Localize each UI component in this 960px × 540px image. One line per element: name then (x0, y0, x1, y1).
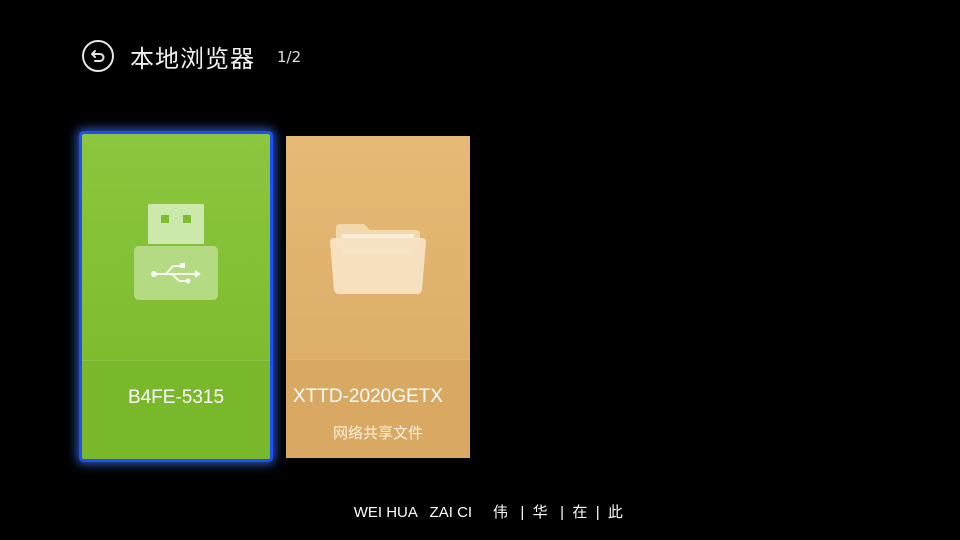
tile-label: XTTD-2020GETX (293, 386, 443, 407)
usb-drive-icon (134, 204, 218, 300)
local-browser-screen: 本地浏览器 1/2 B4FE-5315 XTTD-2020GETX 网络共享文件… (0, 0, 960, 540)
header: 本地浏览器 1/2 (82, 38, 301, 74)
tile-label: B4FE-5315 (127, 387, 225, 408)
usb-drive-tile[interactable]: B4FE-5315 (82, 134, 270, 459)
page-indicator: 1/2 (277, 48, 302, 66)
ticker-text: WEI HUA ZAI CI 伟 | 华 | 在 | 此 (353, 504, 623, 521)
network-share-tile[interactable]: XTTD-2020GETX 网络共享文件 (286, 136, 470, 458)
page-title: 本地浏览器 (130, 44, 255, 73)
folder-icon (330, 224, 426, 294)
tile-footer: XTTD-2020GETX 网络共享文件 (286, 359, 470, 458)
back-arrow-icon (91, 50, 105, 62)
scrolling-ticker: WEI HUA ZAI CI 伟 | 华 | 在 | 此 (0, 484, 960, 539)
tile-subtitle: 网络共享文件 (332, 424, 423, 442)
back-button[interactable] (82, 40, 114, 72)
tile-footer: B4FE-5315 (82, 360, 270, 459)
